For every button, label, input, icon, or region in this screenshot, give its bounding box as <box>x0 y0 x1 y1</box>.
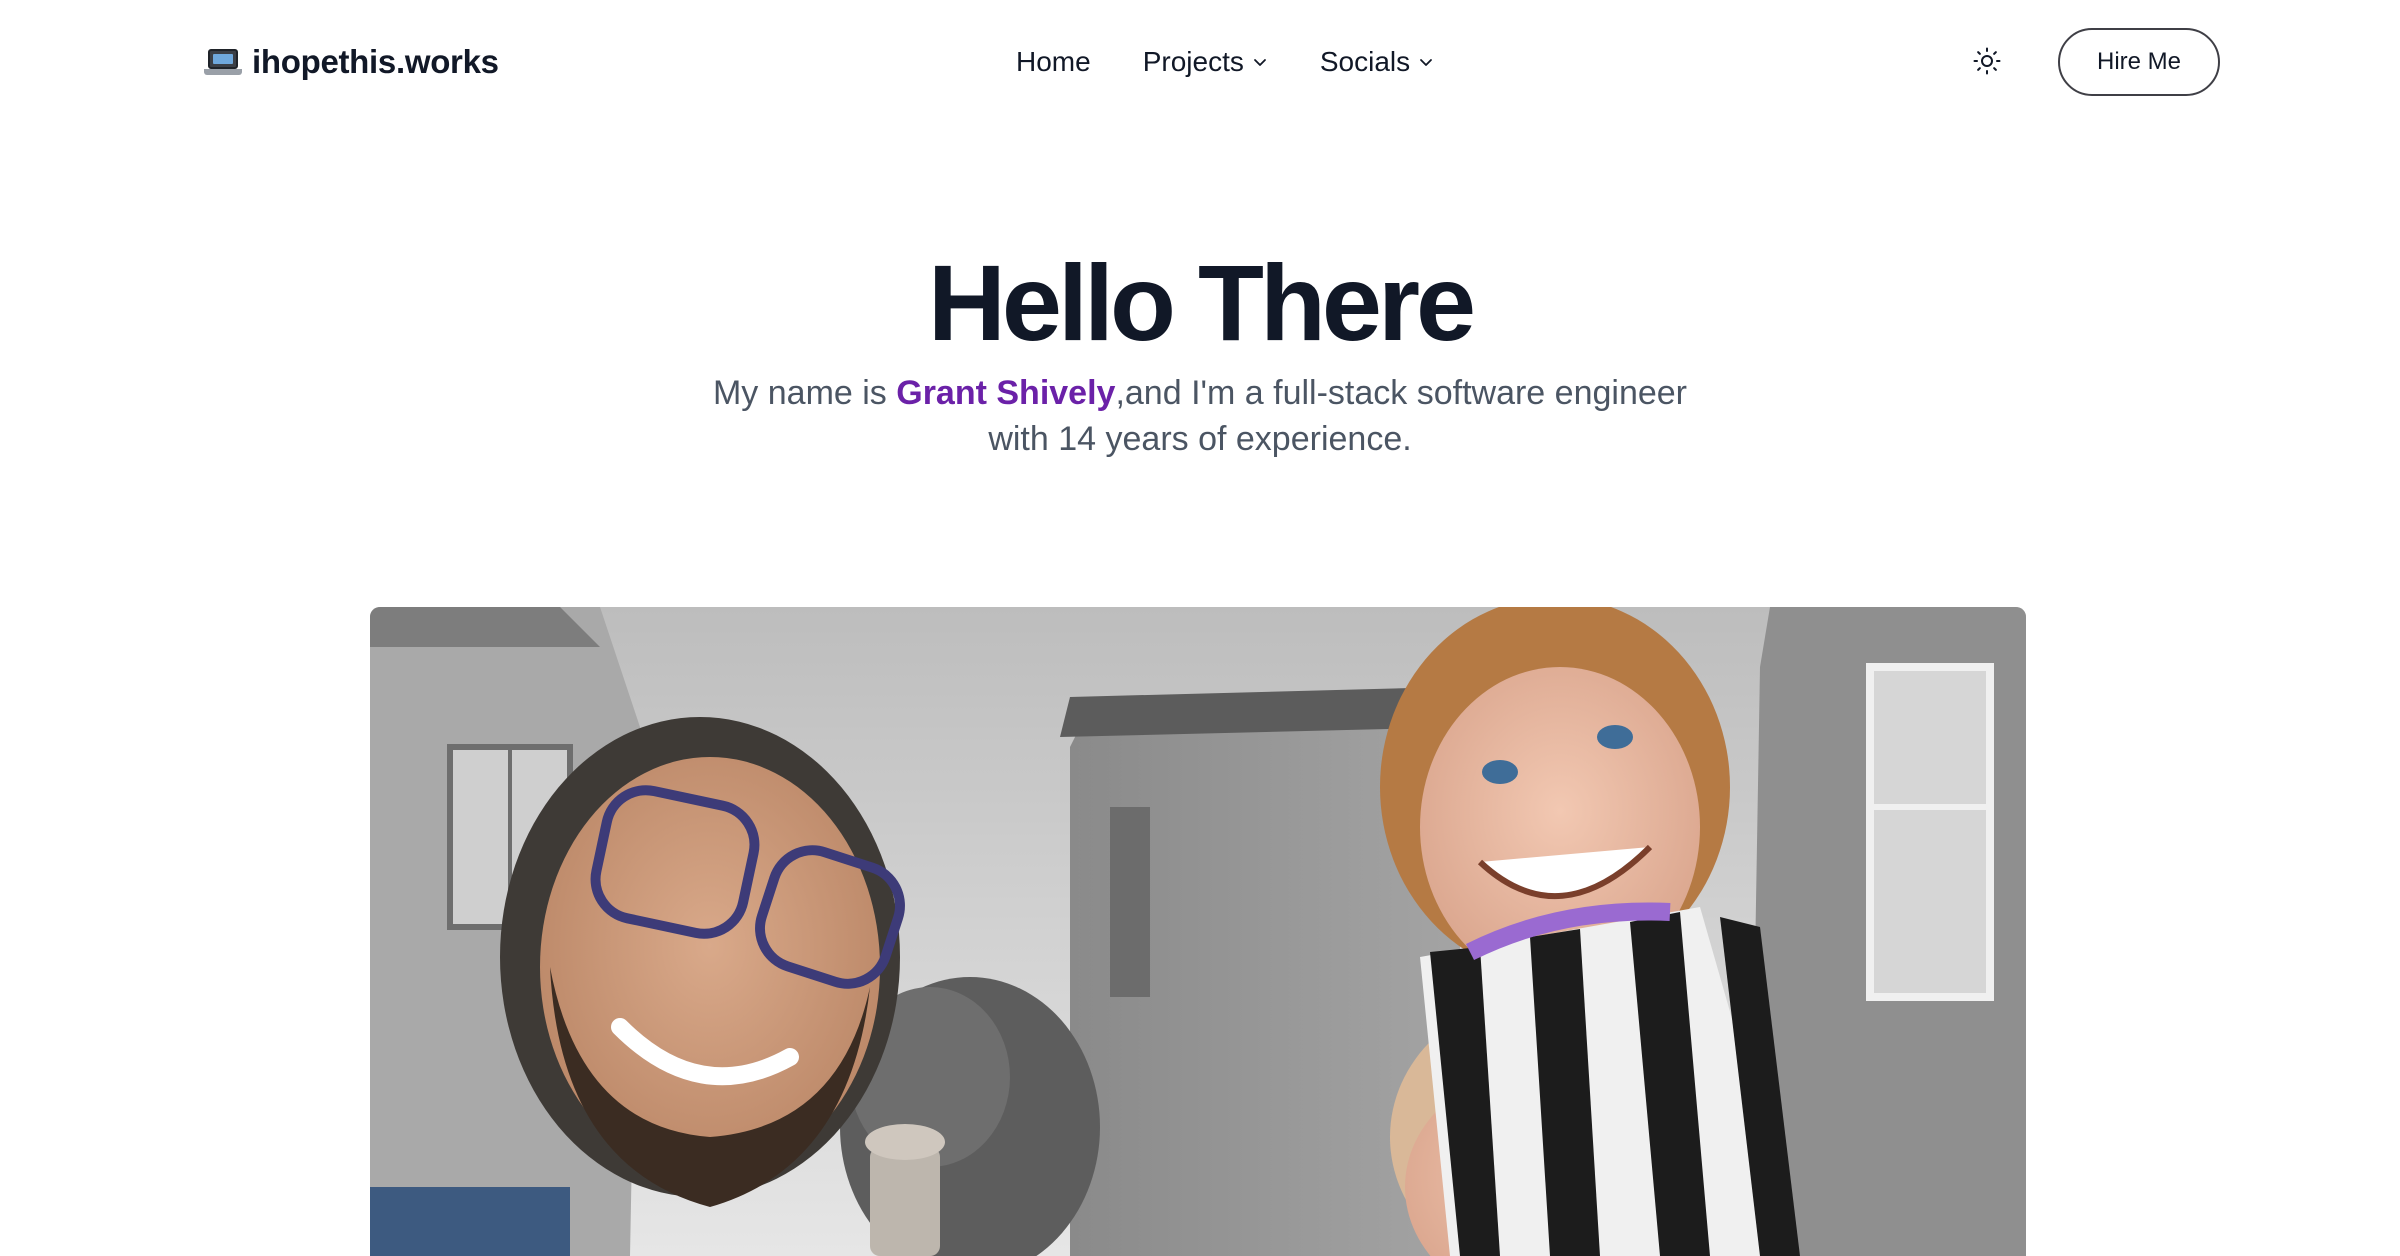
logo-text: ihopethis.works <box>252 43 499 80</box>
nav-item-projects[interactable]: Projects <box>1143 46 1268 78</box>
site-header: ihopethis.works Home Projects Socials Hi… <box>0 0 2400 122</box>
chevron-down-icon <box>1420 59 1433 66</box>
hire-me-button[interactable]: Hire Me <box>2058 28 2220 96</box>
theme-toggle-button[interactable] <box>1970 44 2004 78</box>
nav-item-home[interactable]: Home <box>1016 46 1091 78</box>
hero-photo <box>370 607 2026 1256</box>
chevron-down-icon <box>1253 59 1266 66</box>
page-title: Hello There <box>927 242 1476 363</box>
logo-link[interactable]: ihopethis.works <box>204 40 499 84</box>
nav-item-label: Home <box>1016 46 1091 77</box>
author-name: Grant Shively <box>896 374 1116 412</box>
sun-icon <box>1973 47 2001 75</box>
main-nav: Home Projects Socials <box>1016 40 1434 84</box>
nav-item-socials[interactable]: Socials <box>1320 46 1434 78</box>
laptop-icon <box>204 47 242 77</box>
hero-intro: My name is Grant Shively,and I'm a full-… <box>700 370 1700 462</box>
nav-item-label: Projects <box>1142 46 1244 77</box>
nav-item-label: Socials <box>1319 46 1411 77</box>
intro-prefix: My name is <box>712 374 897 412</box>
